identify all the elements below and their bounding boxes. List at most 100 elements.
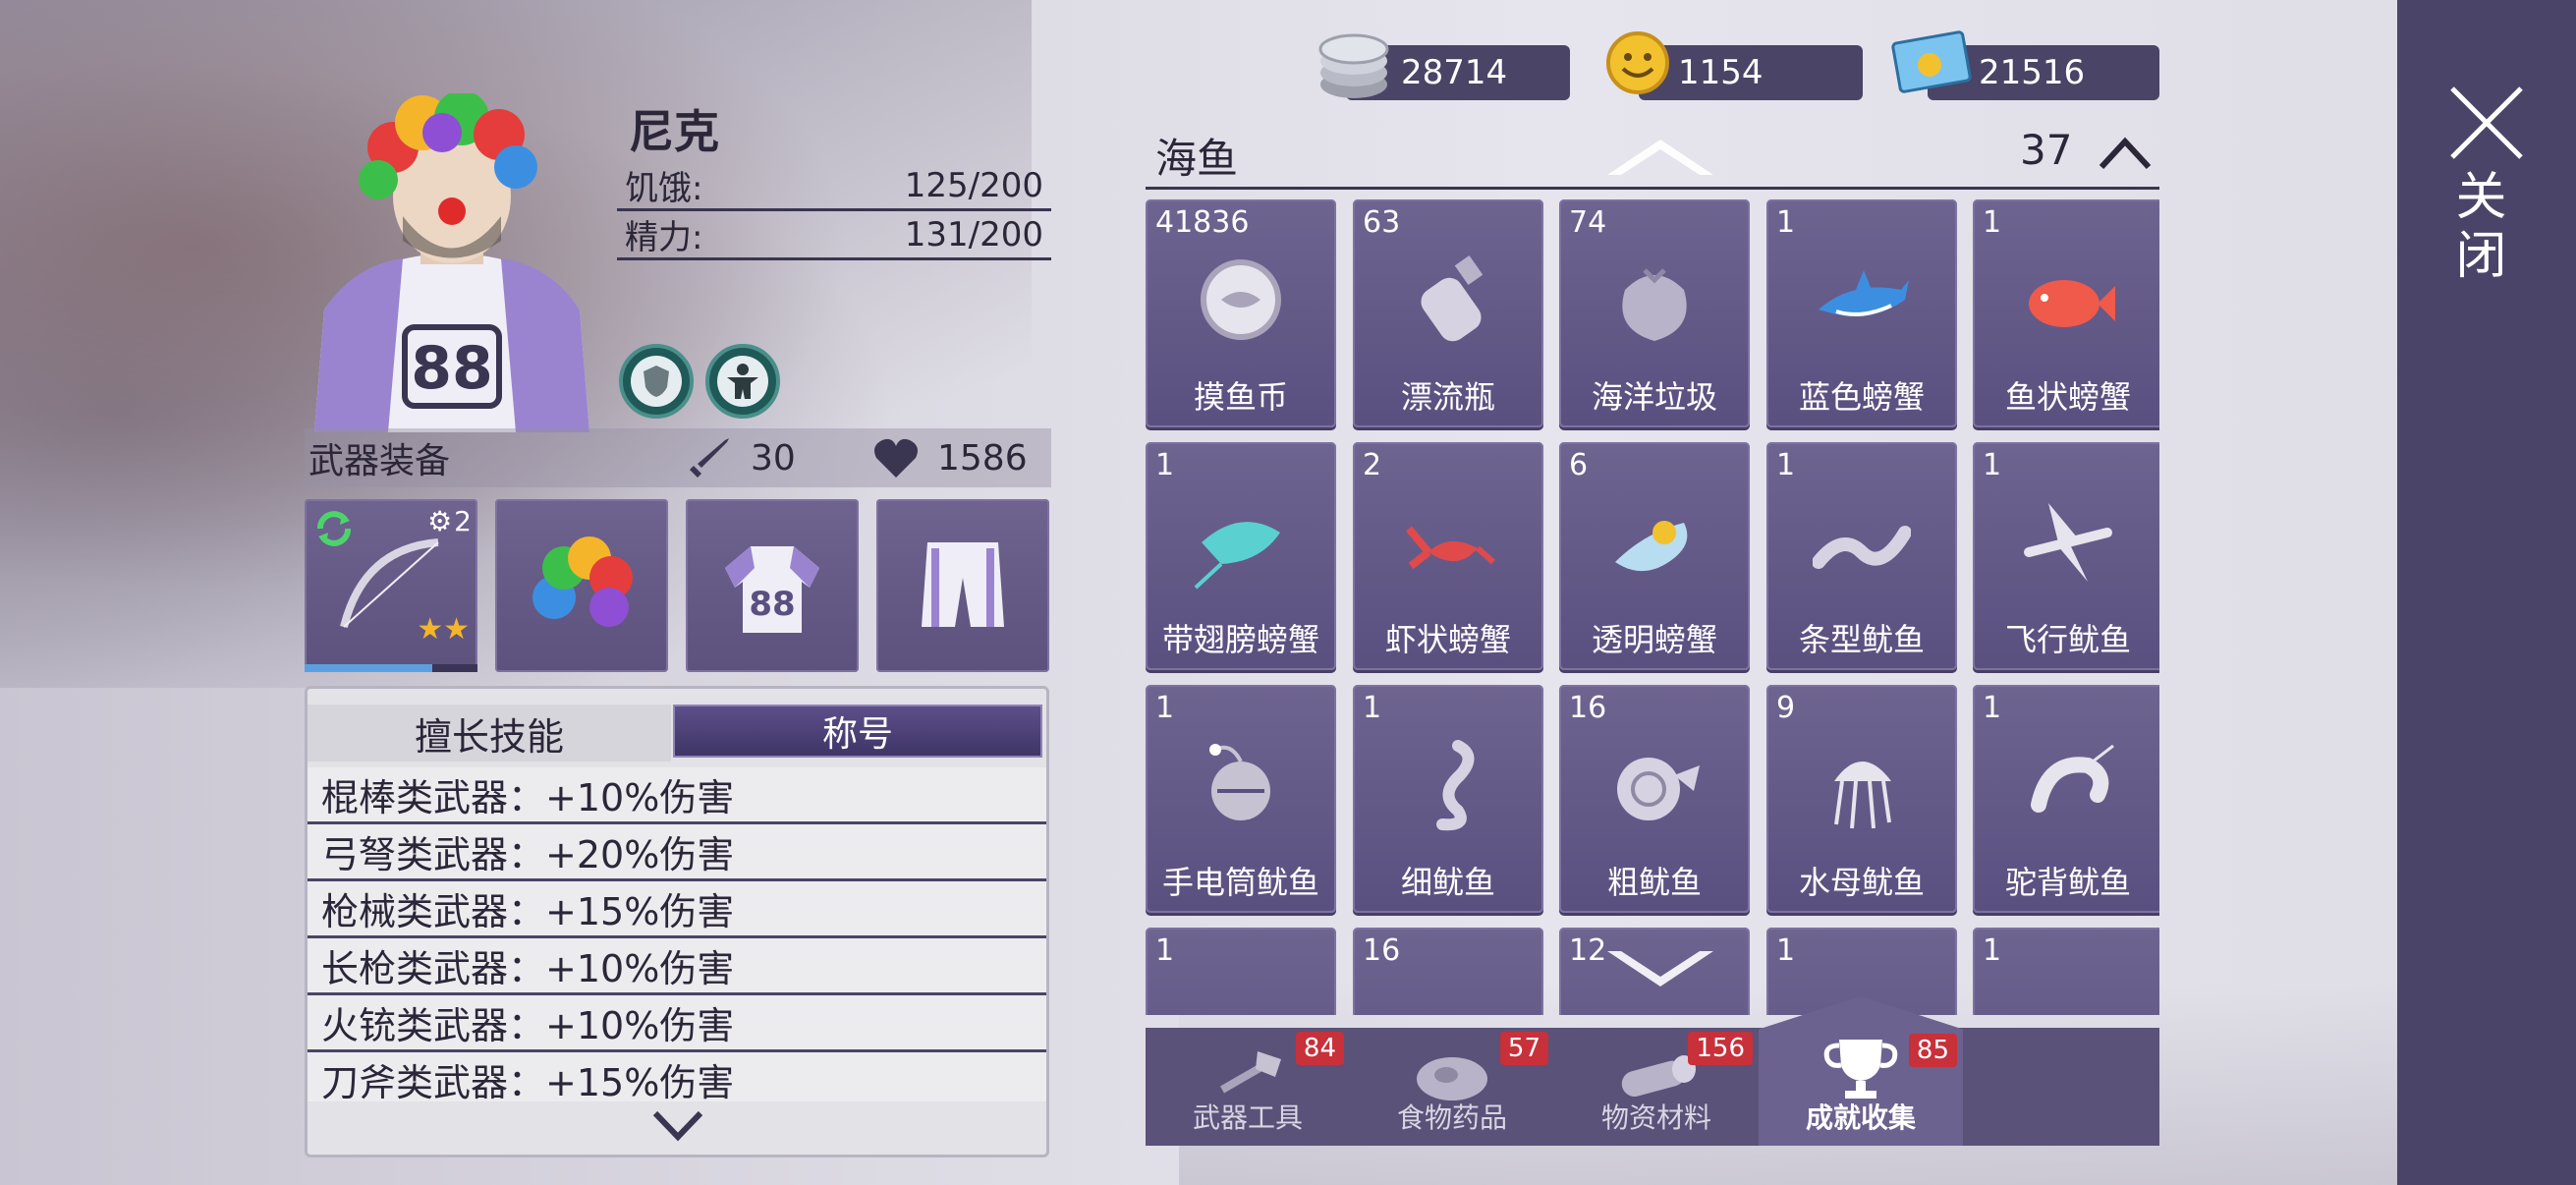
inventory-item[interactable]: 1 手电筒鱿鱼 xyxy=(1146,685,1336,913)
durability-fill xyxy=(305,664,433,672)
tab-label: 武器工具 xyxy=(1192,1101,1303,1134)
tab-food-medicine[interactable]: 57 食物药品 xyxy=(1350,1028,1554,1146)
tab-badge: 156 xyxy=(1688,1032,1753,1065)
scroll-up-arrow-icon[interactable] xyxy=(1601,132,1719,181)
chevron-down-icon[interactable] xyxy=(651,1100,704,1153)
nautilus-icon xyxy=(1617,758,1700,820)
inventory-item[interactable]: 1 驼背鱿鱼 xyxy=(1973,685,2159,913)
tab-label: 成就收集 xyxy=(1805,1101,1916,1134)
gear-level-value: 2 xyxy=(454,505,472,537)
inventory-count[interactable]: 37 xyxy=(2020,126,2153,174)
inventory-item[interactable]: 1 带翅膀螃蟹 xyxy=(1146,442,1336,670)
energy-stat: 精力: 131/200 xyxy=(617,211,1051,260)
silver-value: 28714 xyxy=(1401,53,1508,92)
item-count: 9 xyxy=(1776,691,1796,725)
item-count: 2 xyxy=(1363,448,1382,482)
inventory-item[interactable]: 1 飞行鱿鱼 xyxy=(1973,442,2159,670)
character-avatar: 88 xyxy=(314,93,589,432)
status-badge-figure[interactable] xyxy=(705,344,780,419)
inventory-item[interactable]: 16 xyxy=(1353,928,1543,1015)
hunger-value: 125/200 xyxy=(904,165,1043,205)
red-fish-icon xyxy=(2029,280,2115,327)
tab-titles[interactable]: 称号 xyxy=(673,705,1042,758)
body-slot-jersey[interactable]: 88 xyxy=(686,499,859,672)
equipment-title: 武器装备 xyxy=(308,441,451,481)
hunger-stat: 饥饿: 125/200 xyxy=(617,162,1051,211)
svg-text:88: 88 xyxy=(749,585,795,624)
item-count: 16 xyxy=(1569,691,1607,725)
silver-coins-icon xyxy=(1318,33,1389,98)
tab-badge: 84 xyxy=(1295,1032,1344,1065)
clear-fish-icon xyxy=(1615,521,1688,572)
gold-currency: 1154 xyxy=(1639,45,1863,100)
item-label: 手电筒鱿鱼 xyxy=(1161,864,1319,901)
anglerfish-icon xyxy=(1209,744,1270,820)
sword-icon xyxy=(690,438,729,478)
smiley-coin-icon xyxy=(1606,31,1669,94)
star-rating: ★★ xyxy=(417,612,470,647)
inventory-item[interactable]: 1 细鱿鱼 xyxy=(1353,685,1543,913)
item-count: 6 xyxy=(1569,448,1589,482)
item-count: 63 xyxy=(1363,205,1401,240)
eel-icon xyxy=(1813,526,1911,569)
item-count: 41836 xyxy=(1155,205,1250,240)
coin-icon xyxy=(1201,259,1281,340)
tab-materials[interactable]: 156 物资材料 xyxy=(1554,1028,1759,1146)
inventory-item[interactable]: 1 蓝色螃蟹 xyxy=(1766,199,1957,427)
item-count: 1 xyxy=(1983,205,2002,240)
close-panel[interactable]: 关闭 xyxy=(2397,0,2576,1185)
scroll-down-arrow-icon[interactable] xyxy=(1601,945,1719,994)
energy-value: 131/200 xyxy=(904,214,1043,254)
inventory-item[interactable]: 74 海洋垃圾 xyxy=(1559,199,1750,427)
seahorse-icon xyxy=(1436,740,1475,831)
inventory-item[interactable]: 1 条型鱿鱼 xyxy=(1766,442,1957,670)
skill-list[interactable]: 棍棒类武器：+10%伤害 弓弩类武器：+20%伤害 枪械类武器：+15%伤害 长… xyxy=(308,767,1046,1101)
skill-row: 长枪类武器：+10%伤害 xyxy=(308,938,1046,995)
fish-icon xyxy=(2019,979,2117,1015)
inventory-item[interactable]: 63 漂流瓶 xyxy=(1353,199,1543,427)
flying-fish-icon xyxy=(2024,503,2112,582)
close-icon[interactable] xyxy=(2442,79,2531,167)
tab-label: 食物药品 xyxy=(1396,1101,1507,1134)
energy-label: 精力: xyxy=(625,218,703,257)
tab-skills[interactable]: 擅长技能 xyxy=(308,705,671,762)
skills-tabs: 擅长技能 称号 xyxy=(308,705,1046,762)
tab-badge: 57 xyxy=(1499,1032,1548,1065)
item-label: 水母鱿鱼 xyxy=(1798,864,1925,901)
item-label: 虾状螃蟹 xyxy=(1384,621,1511,658)
shell-icon xyxy=(1399,979,1497,1015)
tab-weapons-tools[interactable]: 84 武器工具 xyxy=(1146,1028,1350,1146)
item-label: 漂流瓶 xyxy=(1400,378,1495,416)
attack-value: 30 xyxy=(751,437,796,479)
item-count: 1 xyxy=(1155,448,1175,482)
item-count: 1 xyxy=(1983,933,2002,968)
weapon-slot-bow[interactable]: ⚙ 2 ★★ xyxy=(305,499,477,672)
chevron-up-icon xyxy=(2099,137,2152,169)
inventory-item[interactable]: 1 xyxy=(1146,928,1336,1015)
close-label[interactable]: 关闭 xyxy=(2446,169,2513,287)
inventory-item[interactable]: 16 粗鱿鱼 xyxy=(1559,685,1750,913)
inventory-item[interactable]: 1 xyxy=(1973,928,2159,1015)
inventory-item[interactable]: 6 透明螃蟹 xyxy=(1559,442,1750,670)
legs-slot-shorts[interactable] xyxy=(876,499,1049,672)
hunger-label: 饥饿: xyxy=(625,169,703,208)
inventory-item[interactable]: 9 水母鱿鱼 xyxy=(1766,685,1957,913)
item-label: 摸鱼币 xyxy=(1193,378,1288,416)
skill-row: 棍棒类武器：+10%伤害 xyxy=(308,767,1046,824)
inventory-count-value: 37 xyxy=(2020,126,2073,174)
item-label: 飞行鱿鱼 xyxy=(2004,621,2131,658)
ticket-value: 21516 xyxy=(1979,53,2086,92)
inventory-item[interactable]: 1 鱼状螃蟹 xyxy=(1973,199,2159,427)
inventory-title: 海鱼 xyxy=(1155,135,1239,183)
inventory-grid[interactable]: 41836 摸鱼币 63 漂流瓶 74 海洋垃圾 1 蓝色螃蟹 1 鱼状螃蟹 1 带翅膀螃蟹 2 虾状螃蟹… xyxy=(1146,199,2159,1015)
item-label: 蓝色螃蟹 xyxy=(1798,378,1925,416)
status-badge-shield[interactable] xyxy=(619,344,694,419)
item-label: 透明螃蟹 xyxy=(1591,621,1717,658)
head-slot-wig[interactable] xyxy=(495,499,668,672)
bottle-icon xyxy=(1421,255,1484,342)
item-label: 粗鱿鱼 xyxy=(1606,864,1702,901)
category-tabs: 84 武器工具 57 食物药品 156 物资材料 85 成就收集 xyxy=(1146,996,2159,1146)
inventory-item[interactable]: 2 虾状螃蟹 xyxy=(1353,442,1543,670)
inventory-item[interactable]: 41836 摸鱼币 xyxy=(1146,199,1336,427)
jellyfish-icon xyxy=(1834,762,1891,829)
